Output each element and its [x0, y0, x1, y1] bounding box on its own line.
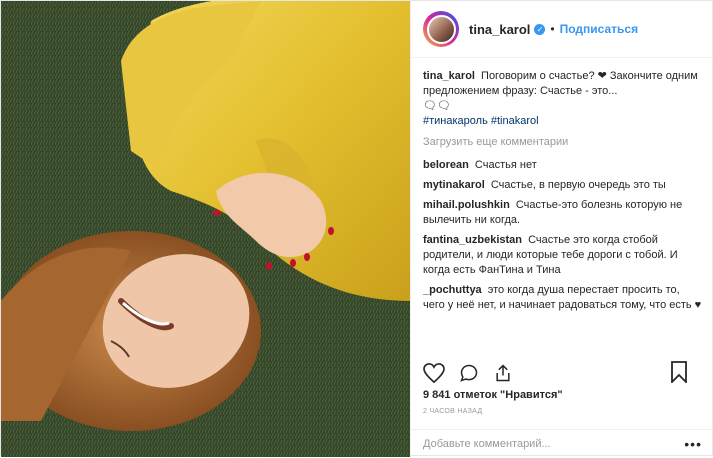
caption-emoji: 🗨🗨 — [423, 100, 451, 112]
post-photo[interactable] — [1, 1, 410, 457]
photo-image — [1, 1, 410, 457]
comment-text: Счастье, в первую очередь это ты — [490, 179, 666, 191]
verified-badge-icon: ✓ — [534, 23, 546, 35]
add-comment-bar: Добавьте комментарий... ••• — [411, 429, 713, 458]
avatar[interactable] — [423, 11, 459, 47]
comment-username[interactable]: mihail.polushkin — [423, 199, 510, 211]
caption-username[interactable]: tina_karol — [423, 70, 475, 82]
load-more-comments-button[interactable]: Загрузить еще комментарии — [423, 135, 702, 150]
bookmark-icon[interactable] — [670, 361, 688, 383]
comment-username[interactable]: mytinakarol — [423, 179, 485, 191]
comment-username[interactable]: fantina_uzbekistan — [423, 234, 522, 246]
post-panel: tina_karol ✓ • Подписаться tina_karol По… — [410, 1, 713, 457]
heart-icon[interactable] — [423, 363, 445, 383]
comment-item: belorean Счастья нет — [423, 158, 702, 173]
add-comment-input[interactable]: Добавьте комментарий... — [423, 438, 551, 450]
action-bar — [423, 361, 702, 385]
instagram-post: tina_karol ✓ • Подписаться tina_karol По… — [0, 0, 713, 457]
comment-icon[interactable] — [459, 363, 479, 383]
likes-count[interactable]: 9 841 отметок "Нравится" — [423, 389, 563, 401]
comment-text: Счастья нет — [474, 159, 537, 171]
comments-section: tina_karol Поговорим о счастье? ❤ Законч… — [411, 58, 713, 313]
comment-item: fantina_uzbekistan Счастье это когда сто… — [423, 233, 702, 278]
comment-item: mytinakarol Счастье, в первую очередь эт… — [423, 178, 702, 193]
comment-item: _pochuttya это когда душа перестает прос… — [423, 283, 702, 313]
username-link[interactable]: tina_karol — [469, 22, 530, 37]
separator-dot: • — [550, 22, 555, 36]
comment-username[interactable]: _pochuttya — [423, 284, 482, 296]
likes-label: отметок "Нравится" — [453, 389, 563, 401]
post-timestamp[interactable]: 2 ЧАСОВ НАЗАД — [423, 408, 482, 415]
caption: tina_karol Поговорим о счастье? ❤ Законч… — [423, 69, 702, 129]
comment-item: mihail.polushkin Счастье-это болезнь кот… — [423, 198, 702, 228]
more-options-icon[interactable]: ••• — [684, 436, 702, 452]
comment-username[interactable]: belorean — [423, 159, 469, 171]
post-header: tina_karol ✓ • Подписаться — [411, 1, 713, 58]
share-icon[interactable] — [493, 363, 513, 383]
likes-number: 9 841 — [423, 389, 451, 401]
follow-button[interactable]: Подписаться — [560, 22, 638, 36]
hashtags-link[interactable]: #тинакароль #tinakarol — [423, 115, 539, 127]
